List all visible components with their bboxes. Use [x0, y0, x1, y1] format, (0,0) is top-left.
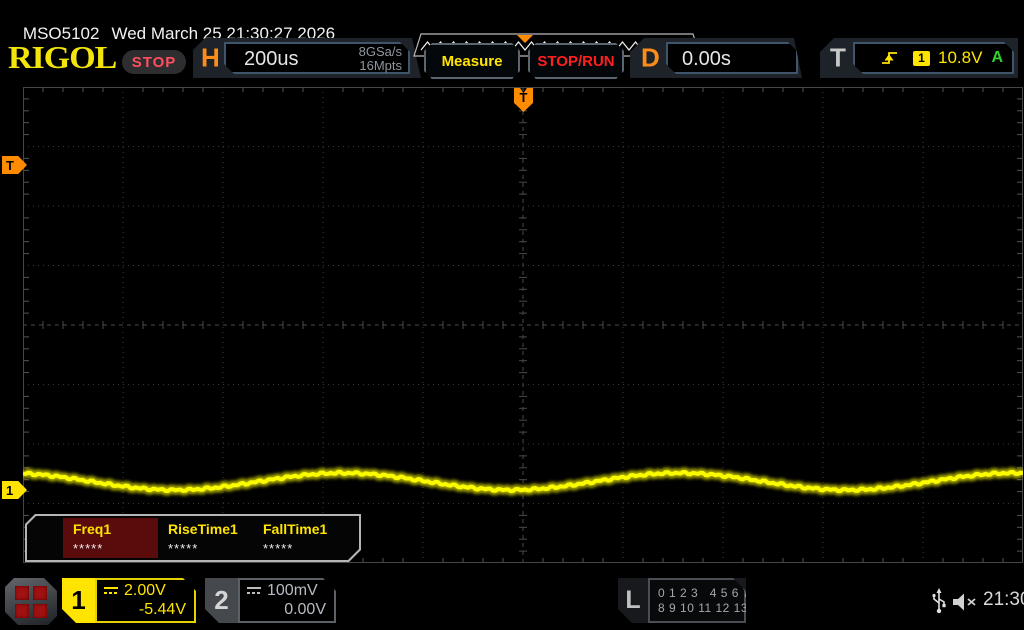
channel2-badge[interactable]: 2 100mV 0.00V	[205, 578, 336, 623]
logic-channels: 0 1 2 3 4 5 6 7 8 9 10 11 12 13 14 15	[648, 578, 746, 623]
graticule-area	[22, 87, 1024, 563]
channel1-offset: -5.44V	[138, 601, 186, 618]
channel1-number: 1	[62, 578, 95, 623]
trigger-level-value: 10.8V	[938, 48, 983, 67]
stop-run-button[interactable]: STOP/RUN	[528, 43, 624, 79]
sample-rate: 8GSa/s	[358, 44, 402, 59]
delay-settings[interactable]: D 0.00s	[630, 38, 802, 78]
measurement-value: *****	[263, 541, 294, 556]
trigger-label: T	[830, 42, 846, 73]
trigger-sweep-mode: A	[991, 49, 1003, 66]
timebase-value: 200us	[244, 48, 299, 70]
logic-row2: 8 9 10 11 12 13 14 15	[658, 600, 785, 615]
rigol-logo: RIGOL	[8, 41, 117, 76]
measurement-label: Freq1	[73, 521, 112, 537]
waveform-display	[22, 87, 1024, 563]
logic-label: L	[625, 586, 641, 614]
dc-coupling-icon	[247, 586, 263, 596]
trigger-box[interactable]: 1 10.8V A	[853, 42, 1014, 74]
measurement-value: *****	[73, 541, 104, 556]
logic-row1: 0 1 2 3 4 5 6 7	[658, 585, 750, 600]
rising-edge-trigger-icon	[881, 50, 899, 66]
delay-value: 0.00s	[682, 48, 731, 70]
logic-analyzer-badge[interactable]: L 0 1 2 3 4 5 6 7 8 9 10 11 12 13 14 15	[618, 578, 746, 623]
channel2-scale: 100mV	[267, 582, 318, 599]
delay-box[interactable]: 0.00s	[666, 42, 798, 74]
trigger-settings[interactable]: T 1 10.8V A	[820, 38, 1018, 78]
grid-menu-icon	[15, 586, 47, 618]
channel1-values: 2.00V -5.44V	[95, 578, 196, 623]
channel1-scale: 2.00V	[124, 582, 166, 599]
horizontal-label: H	[201, 42, 220, 73]
memory-depth: 16Mpts	[359, 58, 402, 73]
timebase-box[interactable]: 200us 8GSa/s 16Mpts	[224, 42, 410, 74]
channel2-offset: 0.00V	[284, 601, 326, 618]
measurement-label: FallTime1	[263, 521, 328, 537]
delay-label: D	[641, 42, 660, 73]
quick-menu-button[interactable]	[5, 578, 57, 625]
measurement-panel: Freq1 ***** RiseTime1 ***** FallTime1 **…	[25, 514, 361, 562]
clock: 21:30	[983, 589, 1024, 610]
horizontal-settings[interactable]: H 200us 8GSa/s 16Mpts	[193, 38, 421, 78]
acquisition-info: 8GSa/s 16Mpts	[359, 45, 402, 73]
measurement-risetime1[interactable]: RiseTime1 *****	[158, 518, 253, 558]
oscilloscope-screen: MSO5102 Wed March 25 21:30:27 2026 RIGOL …	[0, 0, 1024, 630]
channel2-values: 100mV 0.00V	[238, 578, 336, 623]
speaker-muted-icon	[953, 593, 976, 611]
usb-icon	[932, 588, 946, 614]
trigger-source-badge: 1	[913, 51, 930, 66]
measurement-freq1[interactable]: Freq1 *****	[63, 518, 158, 558]
measurement-label: RiseTime1	[168, 521, 238, 537]
channel1-badge[interactable]: 1 2.00V -5.44V	[62, 578, 196, 623]
run-state-badge: STOP	[122, 50, 186, 74]
measure-button[interactable]: Measure	[424, 43, 520, 79]
dc-coupling-icon	[104, 586, 120, 596]
measurement-panel-bg: Freq1 ***** RiseTime1 ***** FallTime1 **…	[27, 516, 359, 560]
channel2-number: 2	[205, 578, 238, 623]
measurement-value: *****	[168, 541, 199, 556]
measurement-falltime1[interactable]: FallTime1 *****	[253, 518, 348, 558]
model-name: MSO5102	[22, 24, 100, 43]
